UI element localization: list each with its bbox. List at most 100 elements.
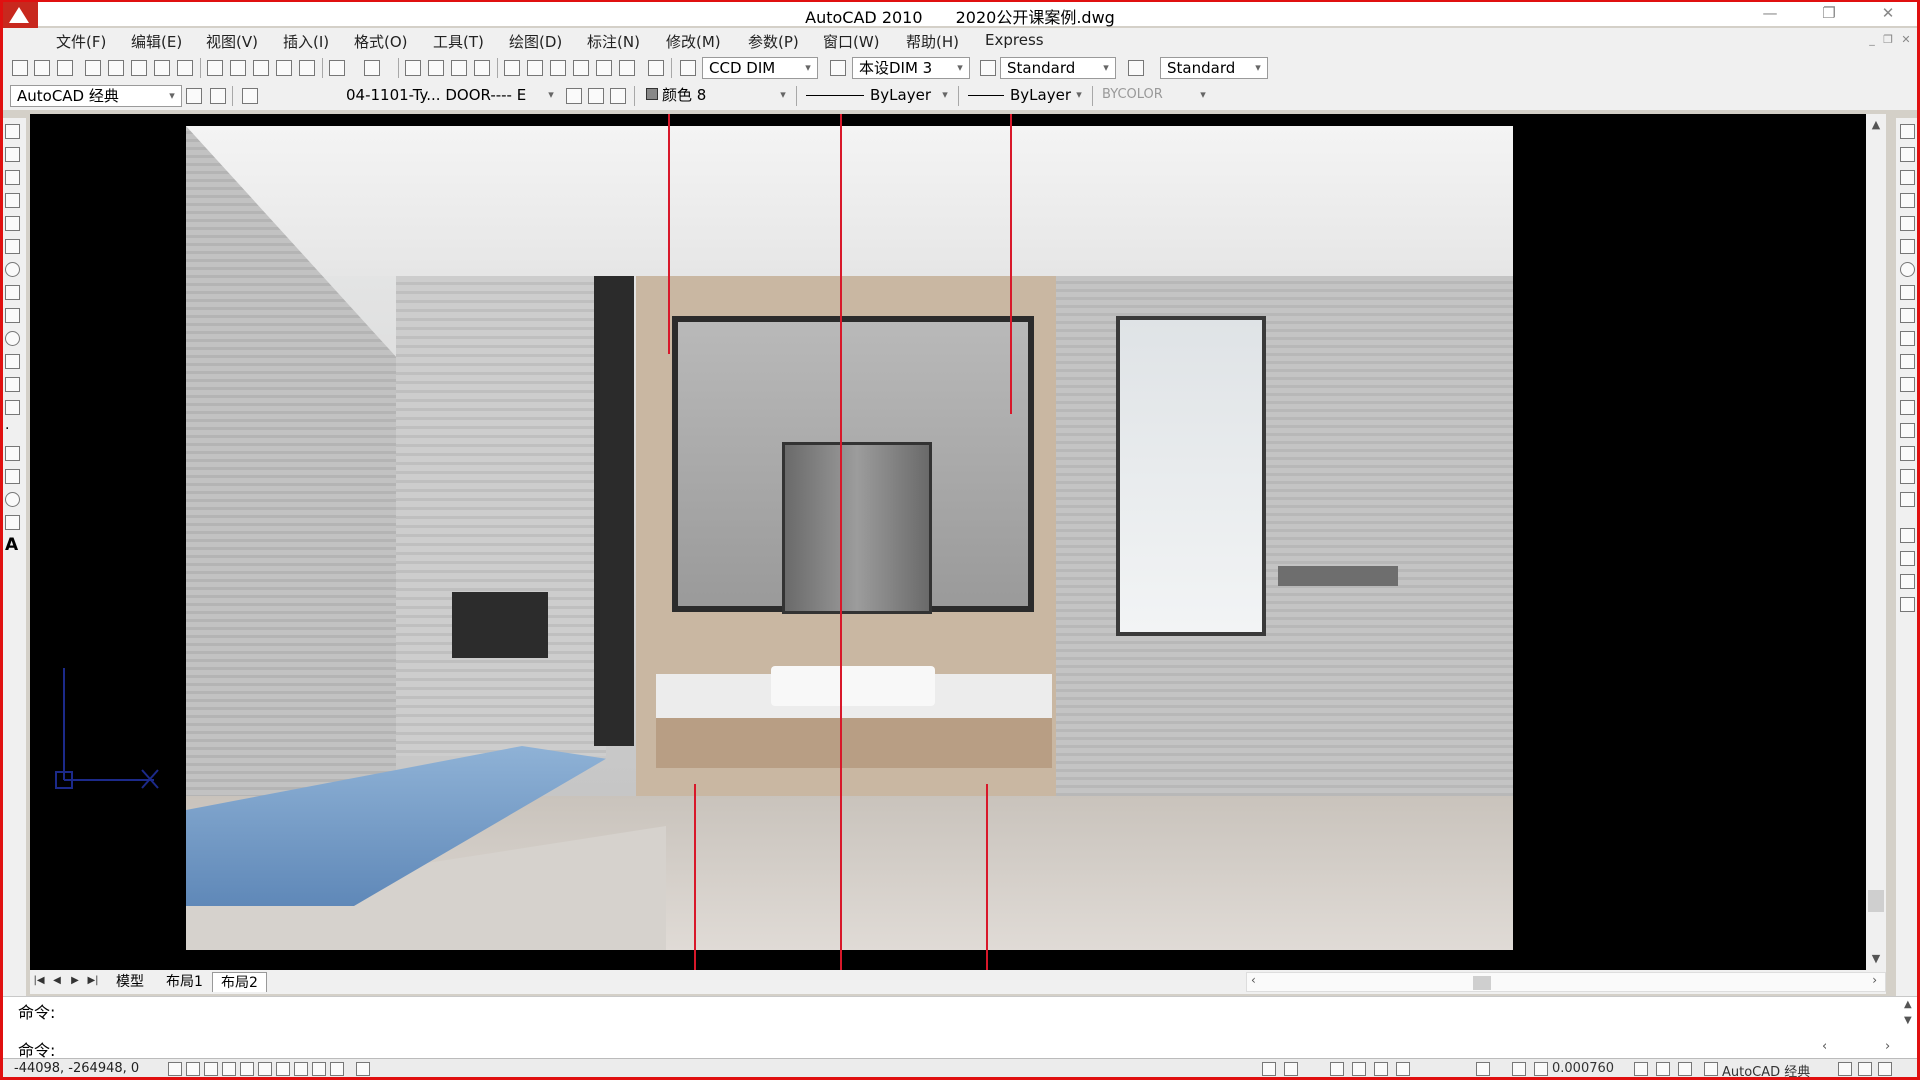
undo-icon[interactable] [329, 60, 345, 76]
draw-order-under-icon[interactable] [1900, 597, 1915, 612]
zoom-previous-icon[interactable] [474, 60, 490, 76]
design-center-icon[interactable] [527, 60, 543, 76]
rotate-icon[interactable] [1900, 262, 1915, 277]
guide-line[interactable] [840, 114, 842, 970]
dynamic-input-icon[interactable] [294, 1062, 308, 1076]
save-icon[interactable] [57, 60, 73, 76]
layer-states-icon[interactable] [610, 88, 626, 104]
redo-icon[interactable] [364, 60, 380, 76]
scroll-right-icon[interactable]: › [1885, 1039, 1890, 1054]
object-snap-tracking-icon[interactable] [258, 1062, 272, 1076]
scroll-thumb[interactable] [1868, 890, 1884, 912]
annotation-scale-icon[interactable] [1512, 1062, 1526, 1076]
draw-order-front-icon[interactable] [1900, 528, 1915, 543]
stretch-icon[interactable] [1900, 308, 1915, 323]
dim-style-icon[interactable] [830, 60, 846, 76]
table-icon[interactable] [5, 515, 20, 530]
horizontal-scrollbar[interactable]: ‹ › [1246, 972, 1886, 992]
maximize-button[interactable]: ❐ [1814, 4, 1844, 24]
fillet-icon[interactable] [1900, 469, 1915, 484]
command-window[interactable]: 命令: 命令: ‹ › ▲ ▼ [0, 996, 1920, 1060]
annotation-scale-sync-icon[interactable] [1678, 1062, 1692, 1076]
tab-model[interactable]: 模型 [108, 972, 152, 992]
spline-icon[interactable] [5, 308, 20, 323]
draw-order-back-icon[interactable] [1900, 551, 1915, 566]
linetype-select[interactable]: ByLayer ▾ [800, 85, 954, 107]
join-icon[interactable] [1900, 423, 1915, 438]
menu-insert[interactable]: 插入(I) [283, 31, 329, 52]
arc-icon[interactable] [5, 239, 20, 254]
gradient-icon[interactable] [5, 469, 20, 484]
menu-parametric[interactable]: 参数(P) [748, 31, 799, 52]
scale-icon[interactable] [1900, 285, 1915, 300]
trim-icon[interactable] [1900, 331, 1915, 346]
guide-line[interactable] [694, 784, 696, 970]
model-space-icon[interactable] [1262, 1062, 1276, 1076]
quick-properties-icon[interactable] [330, 1062, 344, 1076]
construction-line-icon[interactable] [5, 147, 20, 162]
snap-mode-icon[interactable] [168, 1062, 182, 1076]
layer-properties-icon[interactable] [242, 88, 258, 104]
guide-line[interactable] [986, 784, 988, 970]
rectangle-icon[interactable] [5, 216, 20, 231]
paste-icon[interactable] [253, 60, 269, 76]
table-style-icon[interactable] [980, 60, 996, 76]
plot-preview-icon[interactable] [108, 60, 124, 76]
hardware-acceleration-icon[interactable] [1858, 1062, 1872, 1076]
insert-block-icon[interactable] [5, 377, 20, 392]
erase-icon[interactable] [1900, 124, 1915, 139]
menu-format[interactable]: 格式(O) [354, 31, 408, 52]
plot-icon[interactable] [85, 60, 101, 76]
guide-line[interactable] [1010, 114, 1012, 414]
offset-icon[interactable] [1900, 193, 1915, 208]
menu-view[interactable]: 视图(V) [206, 31, 258, 52]
point-icon[interactable]: · [5, 422, 20, 438]
hatch-icon[interactable] [5, 446, 20, 461]
scroll-right-icon[interactable]: › [1872, 973, 1877, 987]
workspace-select[interactable]: AutoCAD 经典 ▾ [10, 85, 182, 107]
workspaces-icon[interactable] [210, 88, 226, 104]
doc-restore-icon[interactable]: ❐ [1880, 31, 1896, 51]
zoom-realtime-icon[interactable] [428, 60, 444, 76]
pan-status-icon[interactable] [1330, 1062, 1344, 1076]
doc-minimize-icon[interactable]: _ [1864, 31, 1880, 51]
move-icon[interactable] [1900, 239, 1915, 254]
annotation-visibility-icon[interactable] [1634, 1062, 1648, 1076]
ellipse-arc-icon[interactable] [5, 354, 20, 369]
menu-help[interactable]: 帮助(H) [906, 31, 959, 52]
drawing-area[interactable] [30, 114, 1866, 970]
vertical-scrollbar[interactable]: ▲ ▼ [1866, 114, 1886, 970]
scroll-thumb[interactable] [1473, 976, 1491, 990]
multileader-style-select[interactable]: Standard ▾ [1160, 57, 1268, 79]
multiline-text-icon[interactable]: A [5, 537, 20, 554]
sheet-set-icon[interactable] [573, 60, 589, 76]
previous-tab-icon[interactable]: ◀ [50, 974, 64, 988]
table-style-select[interactable]: Standard ▾ [1000, 57, 1116, 79]
dim-style-select[interactable]: 本设DIM 3 ▾ [852, 57, 970, 79]
showmotion-icon[interactable] [1396, 1062, 1410, 1076]
polyline-icon[interactable] [5, 170, 20, 185]
coordinate-readout[interactable]: -44098, -264948, 0 [14, 1061, 139, 1076]
layout-icon[interactable] [1284, 1062, 1298, 1076]
polar-tracking-icon[interactable] [222, 1062, 236, 1076]
doc-close-icon[interactable]: ✕ [1898, 31, 1914, 51]
properties-icon[interactable] [504, 60, 520, 76]
publish-icon[interactable] [131, 60, 147, 76]
explode-icon[interactable] [1900, 492, 1915, 507]
region-icon[interactable] [5, 492, 20, 507]
menu-file[interactable]: 文件(F) [56, 31, 106, 52]
dynamic-ucs-icon[interactable] [276, 1062, 290, 1076]
quickcalc-icon[interactable] [619, 60, 635, 76]
scroll-left-icon[interactable]: ‹ [1251, 973, 1256, 987]
break-at-point-icon[interactable] [1900, 377, 1915, 392]
menu-draw[interactable]: 绘图(D) [509, 31, 562, 52]
help-icon[interactable] [648, 60, 664, 76]
scroll-up-icon[interactable]: ▲ [1869, 118, 1883, 132]
paper-space-icon[interactable] [356, 1062, 370, 1076]
polygon-icon[interactable] [5, 193, 20, 208]
menu-window[interactable]: 窗口(W) [823, 31, 880, 52]
pan-icon[interactable] [405, 60, 421, 76]
tab-layout2[interactable]: 布局2 [212, 972, 267, 992]
last-tab-icon[interactable]: ▶| [86, 974, 100, 988]
extend-icon[interactable] [1900, 354, 1915, 369]
